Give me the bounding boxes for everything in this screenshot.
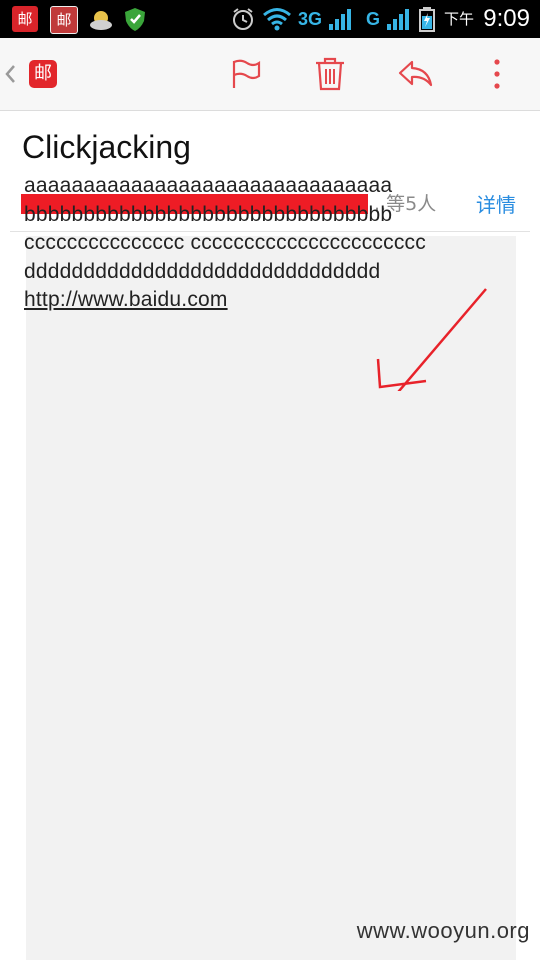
watermark: www.wooyun.org — [356, 918, 530, 943]
more-vertical-icon — [494, 59, 500, 89]
reply-button[interactable] — [388, 38, 444, 110]
mail-app-notification-icon: 邮 — [12, 6, 38, 32]
status-time: 9:09 — [483, 5, 530, 32]
delete-button[interactable] — [302, 38, 358, 110]
back-button[interactable]: 邮 — [0, 38, 66, 110]
signal-strength-icon — [329, 9, 351, 30]
action-bar: 邮 — [0, 38, 540, 111]
status-bar: 邮 邮 3G G 下午 9:09 — [0, 0, 540, 38]
body-line: ccccccccccccccc cccccccccccccccccccccc — [24, 231, 426, 254]
email-body: aaaaaaaaaaaaaaaaaaaaaaaaaaaaaaa bbbbbbbb… — [24, 172, 524, 315]
network-3g-label: 3G — [298, 9, 323, 29]
alarm-icon — [233, 8, 253, 30]
mail-app-notification-icon-2: 邮 — [50, 6, 78, 34]
body-link[interactable]: http://www.baidu.com — [24, 288, 228, 311]
status-ampm: 下午 — [444, 11, 475, 28]
weather-icon — [90, 11, 112, 30]
body-line: bbbbbbbbbbbbbbbbbbbbbbbbbbbbbbb — [24, 202, 393, 226]
flag-button[interactable] — [218, 38, 274, 110]
chevron-left-icon — [5, 65, 15, 83]
body-line: dddddddddddddddddddddddddddddd — [24, 259, 381, 283]
trash-icon — [316, 57, 344, 91]
mail-app-icon: 邮 — [29, 60, 57, 88]
signal-strength-icon-2 — [387, 9, 409, 30]
battery-charging-icon — [419, 7, 435, 32]
overflow-menu-button[interactable] — [476, 38, 520, 110]
flag-icon — [232, 59, 261, 88]
network-g-label: G — [366, 9, 381, 29]
reply-icon — [398, 60, 433, 87]
email-subject: Clickjacking — [22, 129, 191, 165]
body-line: aaaaaaaaaaaaaaaaaaaaaaaaaaaaaaa — [24, 174, 393, 197]
security-shield-icon — [125, 8, 145, 31]
wifi-icon — [263, 8, 291, 31]
